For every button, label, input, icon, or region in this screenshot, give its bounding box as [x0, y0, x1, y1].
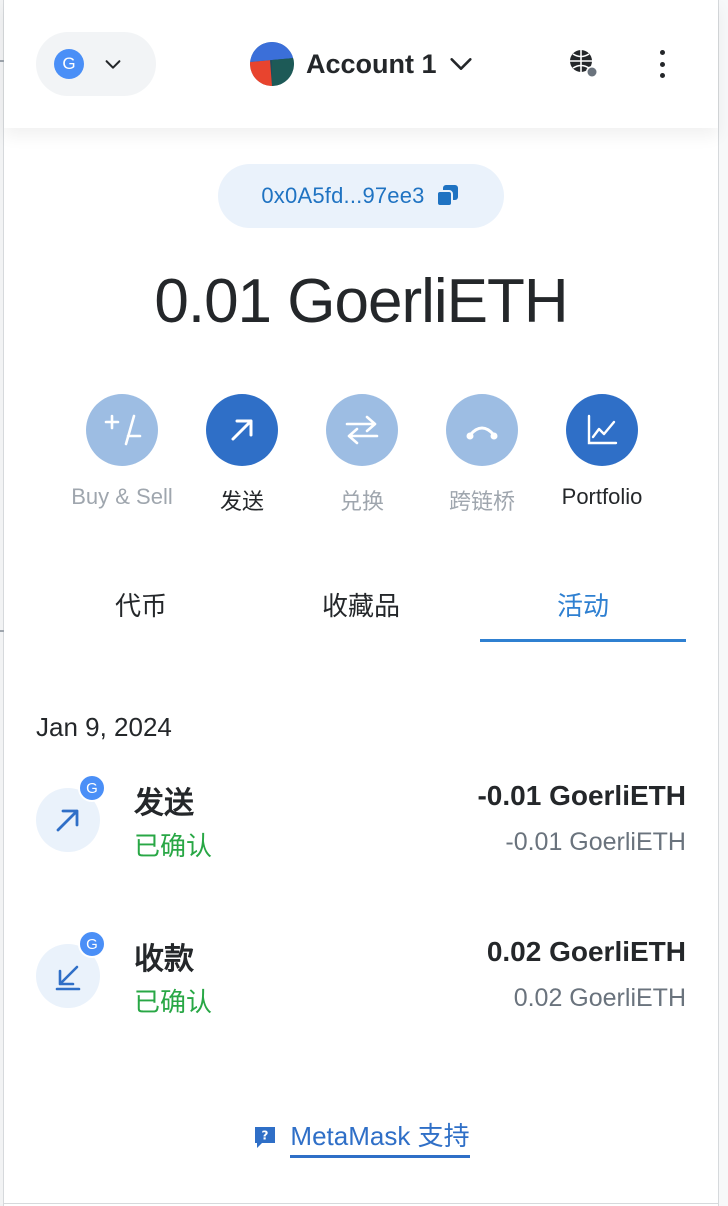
- connected-sites-globe-icon[interactable]: [566, 46, 602, 82]
- account-avatar: [250, 42, 294, 86]
- activity-date: Jan 9, 2024: [36, 712, 172, 742]
- swap-button[interactable]: 兑换: [302, 394, 422, 516]
- tab-collectibles[interactable]: 收藏品: [254, 580, 468, 642]
- action-circle: [566, 394, 638, 466]
- chevron-down-icon: [449, 58, 472, 70]
- account-name: Account 1: [306, 48, 437, 79]
- activity-item-receive[interactable]: G 收款 已确认 0.02 GoerliETH 0.02 GoerliETH: [36, 930, 686, 1020]
- tx-status: 已确认: [134, 987, 213, 1017]
- bridge-icon: [466, 426, 498, 440]
- metamask-support-link[interactable]: MetaMask 支持: [290, 1116, 470, 1158]
- tx-amount: -0.01 GoerliETH: [477, 780, 686, 811]
- svg-text:?: ?: [262, 1129, 269, 1143]
- plus-minus-icon: [104, 414, 142, 446]
- network-badge: G: [78, 930, 106, 958]
- action-circle: [86, 394, 158, 466]
- network-avatar: G: [54, 49, 84, 79]
- swap-arrows-icon: [345, 415, 379, 445]
- support-footer: ? MetaMask 支持: [4, 1116, 718, 1158]
- action-label: 发送: [219, 489, 264, 514]
- action-circle: [326, 394, 398, 466]
- action-label: Buy & Sell: [71, 484, 173, 509]
- send-arrow-icon: [231, 419, 253, 441]
- action-circle: [446, 394, 518, 466]
- background-page-right-edge: [718, 0, 728, 1206]
- account-address: 0x0A5fd...97ee3: [261, 183, 425, 208]
- send-button[interactable]: 发送: [182, 394, 302, 516]
- portfolio-button[interactable]: Portfolio: [542, 394, 662, 510]
- network-badge: G: [78, 774, 106, 802]
- tx-title: 发送: [134, 787, 194, 820]
- bridge-button[interactable]: 跨链桥: [422, 394, 542, 516]
- chevron-down-icon: [105, 60, 121, 69]
- chart-icon: [587, 414, 618, 445]
- tx-amount-secondary: -0.01 GoerliETH: [505, 828, 686, 856]
- copy-icon: [435, 185, 458, 207]
- send-arrow-icon: [56, 809, 79, 832]
- receive-arrow-icon: [55, 965, 81, 991]
- tx-amount-secondary: 0.02 GoerliETH: [513, 984, 686, 1012]
- tab-bar: 代币 收藏品 活动: [36, 580, 686, 642]
- tx-amount: 0.02 GoerliETH: [486, 936, 686, 967]
- network-picker-button[interactable]: G: [36, 32, 156, 96]
- action-label: Portfolio: [561, 484, 643, 509]
- action-label: 跨链桥: [448, 489, 515, 514]
- action-label: 兑换: [339, 489, 384, 514]
- support-chat-icon: ?: [255, 1127, 276, 1148]
- more-options-icon[interactable]: [650, 48, 674, 80]
- action-circle: [206, 394, 278, 466]
- copy-address-button[interactable]: 0x0A5fd...97ee3: [218, 164, 504, 228]
- account-picker-button[interactable]: Account 1: [250, 42, 475, 86]
- action-buttons: Buy & Sell 发送 兑换 跨链桥 Portfolio: [62, 394, 662, 524]
- tx-title: 收款: [134, 943, 194, 976]
- activity-item-send[interactable]: G 发送 已确认 -0.01 GoerliETH -0.01 GoerliETH: [36, 774, 686, 864]
- header: G Account 1: [4, 0, 718, 128]
- tx-status: 已确认: [134, 831, 213, 861]
- tab-tokens[interactable]: 代币: [36, 580, 246, 642]
- buy-sell-button[interactable]: Buy & Sell: [62, 394, 182, 510]
- support-link-wrapper[interactable]: ? MetaMask 支持: [252, 1116, 470, 1158]
- wallet-popup: G Account 1 0x0A5fd...97ee3 0.01 GoerliE…: [4, 0, 718, 1204]
- tab-activity[interactable]: 活动: [480, 580, 686, 642]
- account-balance: 0.01 GoerliETH: [154, 267, 568, 336]
